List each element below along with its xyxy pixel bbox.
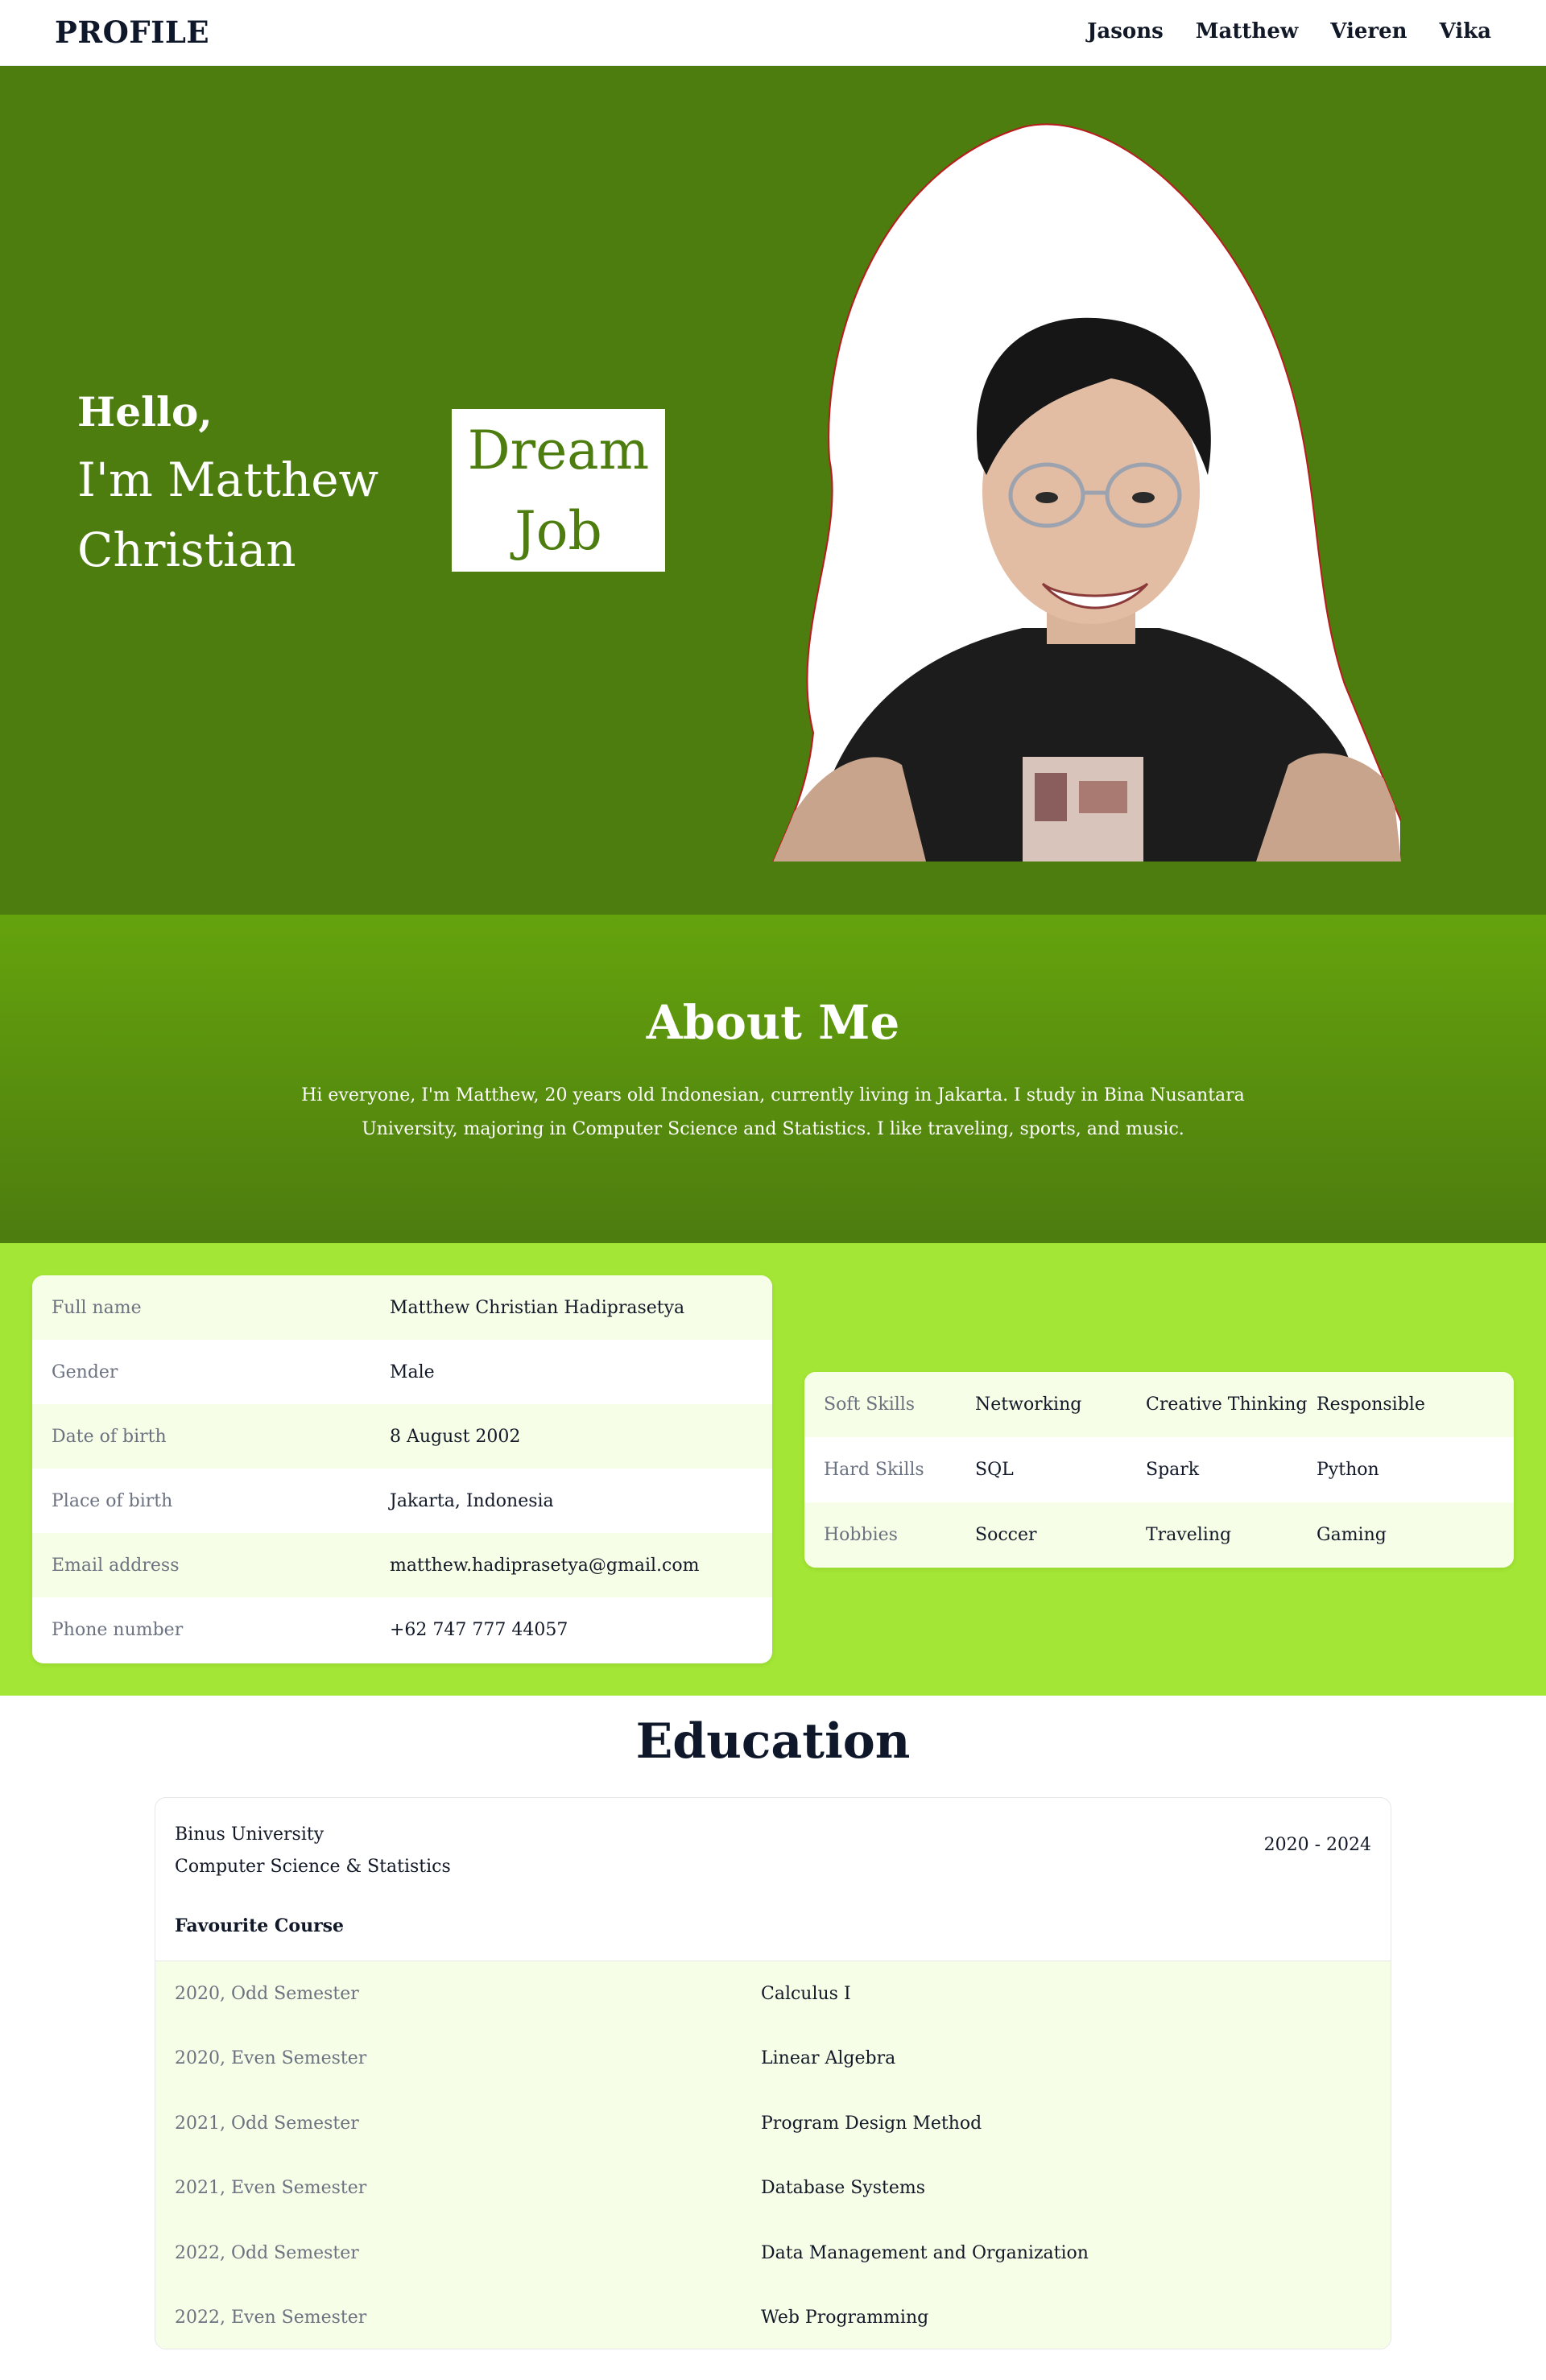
table-row: 2021, Even Semester Database Systems	[155, 2156, 1391, 2221]
navbar: PROFILE Jasons Matthew Vieren Vika	[0, 0, 1546, 66]
favourite-course-heading: Favourite Course	[175, 1915, 345, 1936]
nav-link-matthew[interactable]: Matthew	[1196, 19, 1298, 43]
field-label: Email address	[52, 1555, 180, 1576]
table-row: 2022, Odd Semester Data Management and O…	[155, 2221, 1391, 2286]
skill-item: Networking	[975, 1395, 1082, 1415]
education-card: Binus University Computer Science & Stat…	[155, 1797, 1391, 2349]
dream-job-line1: Dream	[467, 419, 650, 481]
table-row: 2020, Even Semester Linear Algebra	[155, 2027, 1391, 2092]
field-value: Male	[390, 1361, 435, 1382]
about-text: Hi everyone, I'm Matthew, 20 years old I…	[301, 1085, 1245, 1139]
field-value: Matthew Christian Hadiprasetya	[390, 1297, 685, 1318]
hero-name-line2: Christian	[77, 523, 296, 577]
skill-item: Traveling	[1146, 1525, 1232, 1545]
skill-item: Python	[1317, 1460, 1379, 1480]
course-cell: Database Systems	[761, 2178, 926, 2199]
course-cell: Program Design Method	[761, 2113, 982, 2134]
brand-logo[interactable]: PROFILE	[55, 14, 209, 50]
skills-label: Soft Skills	[824, 1395, 916, 1415]
field-label: Date of birth	[52, 1426, 167, 1447]
nav-links: Jasons Matthew Vieren Vika	[1087, 19, 1491, 43]
field-value: Jakarta, Indonesia	[390, 1490, 554, 1511]
university-info: Binus University Computer Science & Stat…	[175, 1819, 451, 1883]
hero-greeting: Hello,	[77, 388, 213, 436]
field-label: Place of birth	[52, 1490, 173, 1511]
education-years: 2020 - 2024	[1263, 1835, 1371, 1855]
field-label: Gender	[52, 1361, 118, 1382]
field-label: Phone number	[52, 1619, 184, 1640]
table-row: 2021, Odd Semester Program Design Method	[155, 2091, 1391, 2156]
table-row: Place of birth Jakarta, Indonesia	[32, 1469, 772, 1533]
semester-cell: 2020, Even Semester	[175, 2048, 367, 2069]
dream-job-badge: Dream Job	[452, 409, 665, 572]
skill-item: SQL	[975, 1460, 1014, 1480]
hero-name-line1: I'm Matthew	[77, 452, 379, 507]
semester-cell: 2021, Even Semester	[175, 2178, 367, 2199]
skill-item: Creative Thinking	[1146, 1395, 1308, 1415]
field-value: 8 August 2002	[390, 1426, 521, 1447]
semester-cell: 2022, Even Semester	[175, 2308, 367, 2328]
dream-job-line2: Job	[515, 500, 602, 562]
semester-cell: 2021, Odd Semester	[175, 2113, 359, 2134]
nav-link-jasons[interactable]: Jasons	[1087, 19, 1164, 43]
skill-item: Soccer	[975, 1525, 1037, 1545]
university-major: Computer Science & Statistics	[175, 1857, 451, 1877]
table-row: Soft Skills Networking Creative Thinking…	[804, 1372, 1514, 1437]
courses-table: 2020, Odd Semester Calculus I 2020, Even…	[155, 1961, 1391, 2349]
table-row: Phone number +62 747 777 44057	[32, 1597, 772, 1662]
table-row: 2022, Even Semester Web Programming	[155, 2286, 1391, 2349]
nav-link-vika[interactable]: Vika	[1440, 19, 1491, 43]
about-section: About Me Hi everyone, I'm Matthew, 20 ye…	[0, 915, 1546, 1243]
about-title: About Me	[646, 995, 900, 1050]
semester-cell: 2022, Odd Semester	[175, 2242, 359, 2263]
skill-item: Gaming	[1317, 1525, 1387, 1545]
university-name: Binus University	[175, 1824, 324, 1845]
field-value: +62 747 777 44057	[390, 1619, 568, 1640]
course-cell: Data Management and Organization	[761, 2242, 1089, 2263]
table-row: 2020, Odd Semester Calculus I	[155, 1961, 1391, 2027]
skills-label: Hobbies	[824, 1525, 898, 1545]
hero-section: Hello, I'm Matthew Christian Dream Job	[0, 66, 1546, 915]
skill-item: Responsible	[1317, 1395, 1425, 1415]
table-row: Full name Matthew Christian Hadiprasetya	[32, 1275, 772, 1340]
course-cell: Web Programming	[761, 2308, 929, 2328]
skill-item: Spark	[1146, 1460, 1200, 1480]
course-cell: Calculus I	[761, 1983, 851, 2004]
semester-cell: 2020, Odd Semester	[175, 1983, 359, 2004]
skills-label: Hard Skills	[824, 1460, 924, 1480]
profile-photo-icon	[755, 123, 1402, 911]
nav-link-vieren[interactable]: Vieren	[1330, 19, 1407, 43]
table-row: Hard Skills SQL Spark Python	[804, 1437, 1514, 1502]
field-value: matthew.hadiprasetya@gmail.com	[390, 1555, 700, 1576]
education-title: Education	[635, 1713, 911, 1770]
personal-info-table: Full name Matthew Christian Hadiprasetya…	[32, 1275, 772, 1663]
field-label: Full name	[52, 1297, 142, 1318]
profile-photo	[755, 121, 1402, 911]
table-row: Date of birth 8 August 2002	[32, 1404, 772, 1469]
course-cell: Linear Algebra	[761, 2048, 896, 2069]
skills-table: Soft Skills Networking Creative Thinking…	[804, 1372, 1514, 1568]
table-row: Gender Male	[32, 1340, 772, 1404]
table-row: Hobbies Soccer Traveling Gaming	[804, 1502, 1514, 1568]
table-row: Email address matthew.hadiprasetya@gmail…	[32, 1533, 772, 1597]
info-section: Full name Matthew Christian Hadiprasetya…	[0, 1243, 1546, 1696]
